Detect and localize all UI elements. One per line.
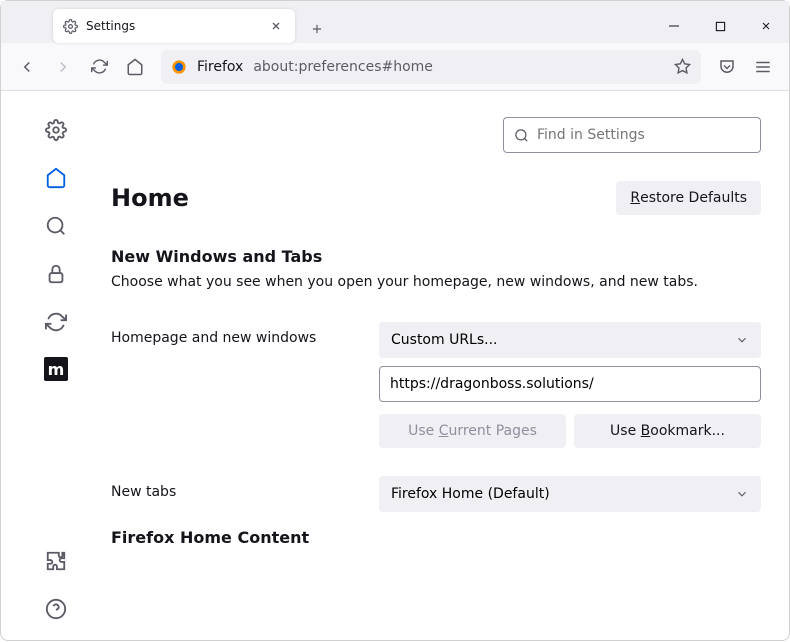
homepage-mode-select[interactable]: Custom URLs... <box>379 322 761 358</box>
homepage-mode-value: Custom URLs... <box>391 332 498 348</box>
maximize-button[interactable] <box>697 9 743 43</box>
tab-title: Settings <box>86 19 259 33</box>
url-prefix: Firefox <box>197 59 243 75</box>
newtabs-label: New tabs <box>111 476 363 500</box>
content-area: m Home Restore Defaults New Windows and … <box>1 91 789 642</box>
restore-defaults-button[interactable]: Restore Defaults <box>616 181 761 215</box>
home-button[interactable] <box>119 51 151 83</box>
sidebar-general-icon[interactable] <box>43 117 69 143</box>
forward-button[interactable] <box>47 51 79 83</box>
minimize-button[interactable] <box>651 9 697 43</box>
settings-main: Home Restore Defaults New Windows and Ta… <box>111 91 789 642</box>
bookmark-star-icon[interactable] <box>674 58 691 75</box>
browser-tab[interactable]: Settings <box>53 9 295 43</box>
reload-button[interactable] <box>83 51 115 83</box>
newtabs-value: Firefox Home (Default) <box>391 486 550 502</box>
section-home-content-title: Firefox Home Content <box>111 528 761 547</box>
sidebar-search-icon[interactable] <box>43 213 69 239</box>
chevron-down-icon <box>735 487 749 501</box>
close-icon[interactable] <box>267 17 285 35</box>
sidebar-help-icon[interactable] <box>43 596 69 622</box>
close-window-button[interactable] <box>743 9 789 43</box>
page-title: Home <box>111 184 189 212</box>
url-text: about:preferences#home <box>253 59 664 75</box>
sidebar-home-icon[interactable] <box>43 165 69 191</box>
url-bar[interactable]: Firefox about:preferences#home <box>161 50 701 84</box>
settings-search[interactable] <box>503 117 761 153</box>
titlebar: Settings <box>1 1 789 43</box>
sidebar-extensions-icon[interactable] <box>43 548 69 574</box>
new-tab-button[interactable] <box>303 15 331 43</box>
back-button[interactable] <box>11 51 43 83</box>
section-new-windows-title: New Windows and Tabs <box>111 247 761 266</box>
window-controls <box>651 9 789 43</box>
gear-icon <box>63 19 78 34</box>
homepage-url-input[interactable] <box>379 366 761 402</box>
sidebar-sync-icon[interactable] <box>43 309 69 335</box>
app-menu-button[interactable] <box>747 51 779 83</box>
nav-toolbar: Firefox about:preferences#home <box>1 43 789 91</box>
homepage-label: Homepage and new windows <box>111 322 363 346</box>
settings-search-input[interactable] <box>537 127 750 143</box>
use-current-pages-button[interactable]: Use Current Pages <box>379 414 566 448</box>
sidebar-more-icon[interactable]: m <box>44 357 68 381</box>
settings-sidebar: m <box>1 91 111 642</box>
use-bookmark-button[interactable]: Use Bookmark... <box>574 414 761 448</box>
search-icon <box>514 128 529 143</box>
sidebar-privacy-icon[interactable] <box>43 261 69 287</box>
section-new-windows-desc: Choose what you see when you open your h… <box>111 274 761 290</box>
newtabs-select[interactable]: Firefox Home (Default) <box>379 476 761 512</box>
firefox-icon <box>171 59 187 75</box>
chevron-down-icon <box>735 333 749 347</box>
pocket-button[interactable] <box>711 51 743 83</box>
